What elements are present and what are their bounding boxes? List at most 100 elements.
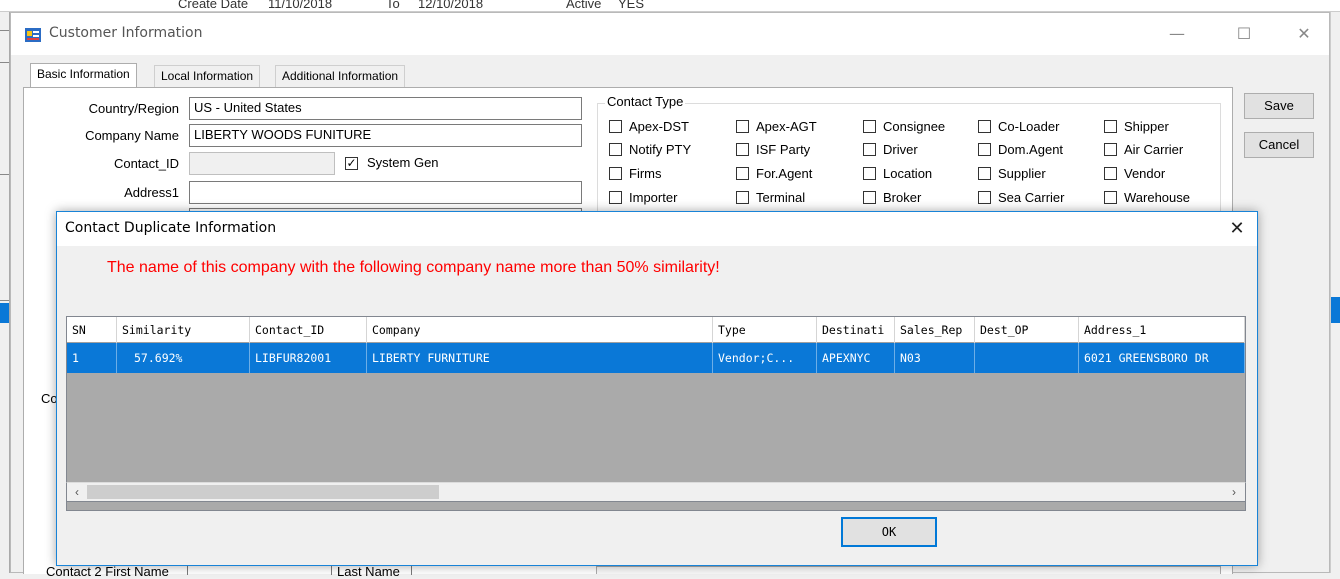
checkbox[interactable] — [978, 167, 991, 180]
contact-type-apex-dst[interactable]: Apex-DST — [609, 119, 689, 134]
grid-header: SN Similarity Contact_ID Company Type De… — [67, 317, 1245, 343]
cell-sn: 1 — [67, 343, 117, 373]
create-date-value[interactable]: 11/10/2018 — [268, 0, 332, 11]
contact-type-apex-agt[interactable]: Apex-AGT — [736, 119, 817, 134]
column-header-dest-op[interactable]: Dest_OP — [975, 317, 1079, 343]
contact-type-location[interactable]: Location — [863, 166, 932, 181]
checkbox[interactable] — [736, 143, 749, 156]
contact-type-sea-carrier[interactable]: Sea Carrier — [978, 190, 1064, 205]
checkbox[interactable] — [1104, 191, 1117, 204]
contact-type-shipper[interactable]: Shipper — [1104, 119, 1169, 134]
dialog-title-bar: Contact Duplicate Information ✕ — [57, 212, 1257, 246]
checkbox[interactable] — [1104, 167, 1117, 180]
checkbox[interactable] — [609, 120, 622, 133]
contact-type-label: Shipper — [1124, 119, 1169, 134]
create-date-label: Create Date — [178, 0, 249, 11]
checkbox[interactable] — [863, 191, 876, 204]
contact-type-vendor[interactable]: Vendor — [1104, 166, 1165, 181]
background-filter-bar: Create Date 11/10/2018 To 12/10/2018 Act… — [0, 0, 1340, 12]
similarity-warning-message: The name of this company with the follow… — [107, 259, 720, 276]
dialog-close-button[interactable]: ✕ — [1225, 217, 1249, 241]
checkbox[interactable] — [863, 167, 876, 180]
contact-type-label: Notify PTY — [629, 142, 692, 157]
background-selected-row-right — [1331, 297, 1340, 323]
tab-additional-information[interactable]: Additional Information — [275, 65, 406, 87]
active-value[interactable]: YES — [618, 0, 644, 11]
maximize-button[interactable]: ☐ — [1233, 23, 1255, 45]
horizontal-scrollbar[interactable]: ‹ › — [66, 482, 1246, 502]
background-left-panel — [0, 12, 10, 573]
contact-type-consignee[interactable]: Consignee — [863, 119, 945, 134]
checkbox[interactable] — [1104, 143, 1117, 156]
scroll-right-icon[interactable]: › — [1225, 483, 1243, 501]
address1-field[interactable] — [189, 181, 582, 204]
scrollbar-thumb[interactable] — [87, 485, 439, 499]
column-header-destination[interactable]: Destinati — [817, 317, 895, 343]
contact-type-driver[interactable]: Driver — [863, 142, 918, 157]
contact-type-warehouse[interactable]: Warehouse — [1104, 190, 1190, 205]
system-gen-label: System Gen — [367, 155, 439, 170]
checkbox[interactable] — [863, 143, 876, 156]
contact-id-label: Contact_ID — [113, 156, 179, 171]
window-title-bar: Customer Information — ☐ ✕ — [11, 13, 1329, 55]
contact-type-label: Consignee — [883, 119, 946, 134]
app-icon — [25, 28, 41, 42]
checkbox[interactable] — [978, 191, 991, 204]
checkbox[interactable] — [609, 143, 622, 156]
minimize-button[interactable]: — — [1166, 23, 1188, 45]
checkbox[interactable] — [736, 120, 749, 133]
company-name-field[interactable]: LIBERTY WOODS FUNITURE — [189, 124, 582, 147]
cancel-button[interactable]: Cancel — [1244, 132, 1314, 158]
save-button[interactable]: Save — [1244, 93, 1314, 119]
checkbox[interactable] — [609, 191, 622, 204]
checkbox[interactable] — [609, 167, 622, 180]
contact-type-terminal[interactable]: Terminal — [736, 190, 805, 205]
background-selected-row — [0, 303, 9, 323]
contact-type-notify-pty[interactable]: Notify PTY — [609, 142, 691, 157]
contact-type-title: Contact Type — [605, 94, 686, 109]
contact-type-firms[interactable]: Firms — [609, 166, 662, 181]
close-button[interactable]: ✕ — [1293, 23, 1315, 45]
checkbox[interactable] — [1104, 120, 1117, 133]
contact-id-field[interactable] — [189, 152, 335, 175]
checkbox[interactable] — [863, 120, 876, 133]
column-header-contact-id[interactable]: Contact_ID — [250, 317, 367, 343]
cell-similarity: 57.692% — [117, 343, 250, 373]
column-header-sales-rep[interactable]: Sales_Rep — [895, 317, 975, 343]
cell-destination: APEXNYC — [817, 343, 895, 373]
checkbox[interactable] — [978, 143, 991, 156]
checkbox[interactable] — [978, 120, 991, 133]
contact-type-co-loader[interactable]: Co-Loader — [978, 119, 1059, 134]
contact-type-label: Broker — [883, 190, 922, 205]
table-row[interactable]: 1 57.692% LIBFUR82001 LIBERTY FURNITURE … — [67, 343, 1245, 373]
contact-type-label: For.Agent — [756, 166, 813, 181]
contact-type-supplier[interactable]: Supplier — [978, 166, 1046, 181]
dialog-title: Contact Duplicate Information — [65, 220, 277, 236]
ok-button[interactable]: OK — [841, 517, 937, 547]
contact-type-isf-party[interactable]: ISF Party — [736, 142, 810, 157]
column-header-sn[interactable]: SN — [67, 317, 117, 343]
contact-type-label: Apex-DST — [629, 119, 689, 134]
to-date-value[interactable]: 12/10/2018 — [418, 0, 483, 11]
system-gen-checkbox[interactable]: ✓ — [345, 157, 358, 170]
contact-type-label: Firms — [629, 166, 662, 181]
column-header-similarity[interactable]: Similarity — [117, 317, 250, 343]
country-region-label: Country/Region — [88, 101, 179, 116]
tab-local-information[interactable]: Local Information — [154, 65, 261, 87]
background-line — [0, 62, 9, 63]
tab-basic-information[interactable]: Basic Information — [30, 63, 137, 87]
country-region-field[interactable]: US - United States — [189, 97, 582, 120]
column-header-type[interactable]: Type — [713, 317, 817, 343]
contact-type-label: ISF Party — [756, 142, 811, 157]
contact-type-importer[interactable]: Importer — [609, 190, 677, 205]
contact-type-broker[interactable]: Broker — [863, 190, 921, 205]
contact-type-dom-agent[interactable]: Dom.Agent — [978, 142, 1063, 157]
checkbox[interactable] — [736, 167, 749, 180]
contact-type-air-carrier[interactable]: Air Carrier — [1104, 142, 1183, 157]
contact-type-for-agent[interactable]: For.Agent — [736, 166, 812, 181]
column-header-address-1[interactable]: Address_1 — [1079, 317, 1245, 343]
scroll-left-icon[interactable]: ‹ — [68, 483, 86, 501]
active-label: Active — [566, 0, 602, 11]
checkbox[interactable] — [736, 191, 749, 204]
column-header-company[interactable]: Company — [367, 317, 713, 343]
